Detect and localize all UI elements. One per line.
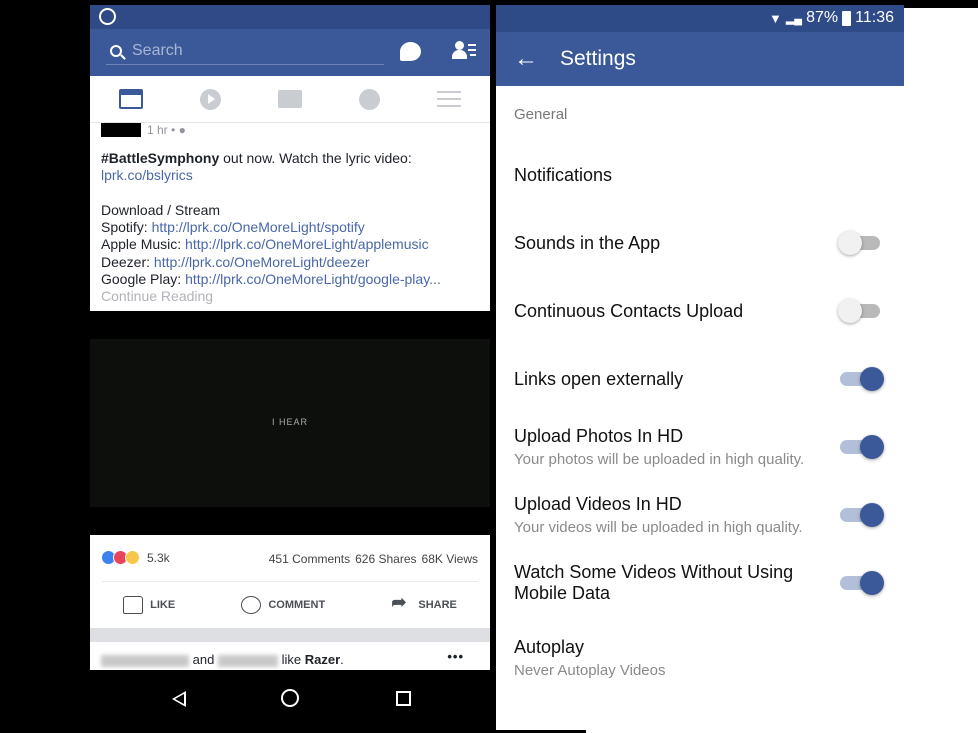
globe-icon[interactable] bbox=[359, 88, 381, 110]
apple-music-link[interactable]: http://lprk.co/OneMoreLight/applemusic bbox=[185, 236, 429, 252]
signal-icon: ▂▄ bbox=[785, 12, 803, 25]
messenger-icon[interactable] bbox=[400, 42, 421, 61]
battery-icon bbox=[842, 10, 852, 26]
page-title: Settings bbox=[560, 47, 636, 70]
status-bar: ▼ ▂▄ 87% 11:36 bbox=[496, 5, 904, 32]
app-header bbox=[90, 29, 490, 76]
setting-links-external[interactable]: Links open externally bbox=[496, 357, 904, 405]
news-feed-icon[interactable] bbox=[118, 89, 143, 109]
post-text: #BattleSymphony out now. Watch the lyric… bbox=[101, 150, 441, 305]
wow-reaction-icon bbox=[125, 550, 140, 565]
sounds-toggle[interactable] bbox=[838, 230, 882, 256]
search-icon bbox=[110, 44, 122, 57]
deezer-link[interactable]: http://lprk.co/OneMoreLight/deezer bbox=[154, 254, 370, 270]
post-engagement: 5.3k 451 Comments 626 Shares 68K Views L… bbox=[90, 535, 490, 628]
upload-photos-hd-toggle[interactable] bbox=[840, 434, 884, 460]
search-input[interactable] bbox=[132, 41, 362, 60]
page-avatar[interactable] bbox=[101, 123, 141, 137]
links-external-toggle[interactable] bbox=[840, 366, 884, 392]
setting-notifications[interactable]: Notifications bbox=[496, 153, 904, 201]
android-nav-bar bbox=[90, 670, 490, 733]
page-name-link[interactable]: Razer bbox=[305, 652, 340, 667]
like-button[interactable]: LIKE bbox=[123, 596, 175, 614]
store-icon[interactable] bbox=[277, 90, 302, 108]
comment-icon bbox=[241, 596, 262, 614]
post-card: 1 hr • ● #BattleSymphony out now. Watch … bbox=[90, 123, 490, 311]
setting-watch-without-data[interactable]: Watch Some Videos Without Using Mobile D… bbox=[496, 561, 904, 613]
blurred-name bbox=[217, 654, 278, 667]
thumbs-up-icon bbox=[123, 596, 144, 614]
recents-icon[interactable] bbox=[396, 691, 411, 706]
contacts-upload-toggle[interactable] bbox=[838, 298, 882, 324]
views-count: 68K Views bbox=[421, 552, 478, 566]
battery-percent: 87% bbox=[806, 9, 839, 26]
share-button[interactable]: SHARE bbox=[391, 592, 457, 614]
continue-reading-link[interactable]: Continue Reading bbox=[101, 288, 213, 304]
globe-icon: ● bbox=[178, 123, 186, 137]
lyric-video-link[interactable]: lprk.co/bslyrics bbox=[101, 167, 193, 183]
status-time: 11:36 bbox=[855, 9, 894, 26]
post-time: 1 hr • ● bbox=[147, 123, 186, 137]
feed-divider bbox=[90, 628, 490, 642]
setting-upload-photos-hd[interactable]: Upload Photos In HD Your photos will be … bbox=[496, 425, 904, 477]
back-icon[interactable] bbox=[172, 691, 186, 707]
comments-count[interactable]: 451 Comments bbox=[269, 552, 350, 566]
settings-screen: ▼ ▂▄ 87% 11:36 ← Settings General Notifi… bbox=[496, 5, 904, 730]
play-icon[interactable] bbox=[199, 88, 221, 110]
facebook-feed-screen: ✱ 1:11 1 hr • ● #BattleSymphony out now. bbox=[90, 5, 978, 733]
spotify-link[interactable]: http://lprk.co/OneMoreLight/spotify bbox=[152, 219, 365, 235]
story-header: and like Razer. ••• bbox=[90, 642, 490, 670]
setting-contacts-upload[interactable]: Continuous Contacts Upload bbox=[496, 289, 904, 337]
download-heading: Download / Stream bbox=[101, 201, 221, 218]
share-icon bbox=[391, 592, 411, 614]
google-play-link[interactable]: http://lprk.co/OneMoreLight/google-play.… bbox=[185, 271, 441, 287]
setting-autoplay[interactable]: Autoplay Never Autoplay Videos bbox=[496, 636, 904, 688]
watch-without-data-toggle[interactable] bbox=[840, 570, 884, 596]
settings-header: ← Settings bbox=[496, 32, 904, 86]
hashtag-link[interactable]: #BattleSymphony bbox=[101, 150, 219, 166]
setting-upload-videos-hd[interactable]: Upload Videos In HD Your videos will be … bbox=[496, 493, 904, 545]
home-icon[interactable] bbox=[281, 689, 299, 707]
reactions-count: 5.3k bbox=[147, 550, 170, 565]
whatsapp-icon bbox=[99, 8, 116, 25]
wifi-icon: ▼ bbox=[768, 10, 782, 26]
divider bbox=[102, 581, 478, 582]
more-options-icon[interactable]: ••• bbox=[447, 649, 464, 664]
tab-bar bbox=[90, 76, 490, 123]
back-arrow-icon[interactable]: ← bbox=[514, 45, 538, 73]
blurred-name bbox=[101, 654, 189, 667]
search-bar[interactable] bbox=[106, 37, 384, 65]
upload-videos-hd-toggle[interactable] bbox=[840, 502, 884, 528]
comment-button[interactable]: COMMENT bbox=[241, 596, 325, 614]
setting-sounds-in-app[interactable]: Sounds in the App bbox=[496, 221, 904, 269]
status-bar: ✱ 1:11 bbox=[90, 5, 978, 733]
section-header-general: General bbox=[514, 106, 568, 123]
shares-count[interactable]: 626 Shares bbox=[355, 552, 416, 566]
video-caption: I HEAR bbox=[271, 417, 308, 427]
reactions-summary[interactable]: 5.3k bbox=[101, 550, 170, 565]
menu-icon[interactable] bbox=[437, 91, 462, 107]
video-player[interactable]: I HEAR bbox=[90, 339, 490, 507]
friend-requests-icon[interactable] bbox=[452, 41, 476, 61]
